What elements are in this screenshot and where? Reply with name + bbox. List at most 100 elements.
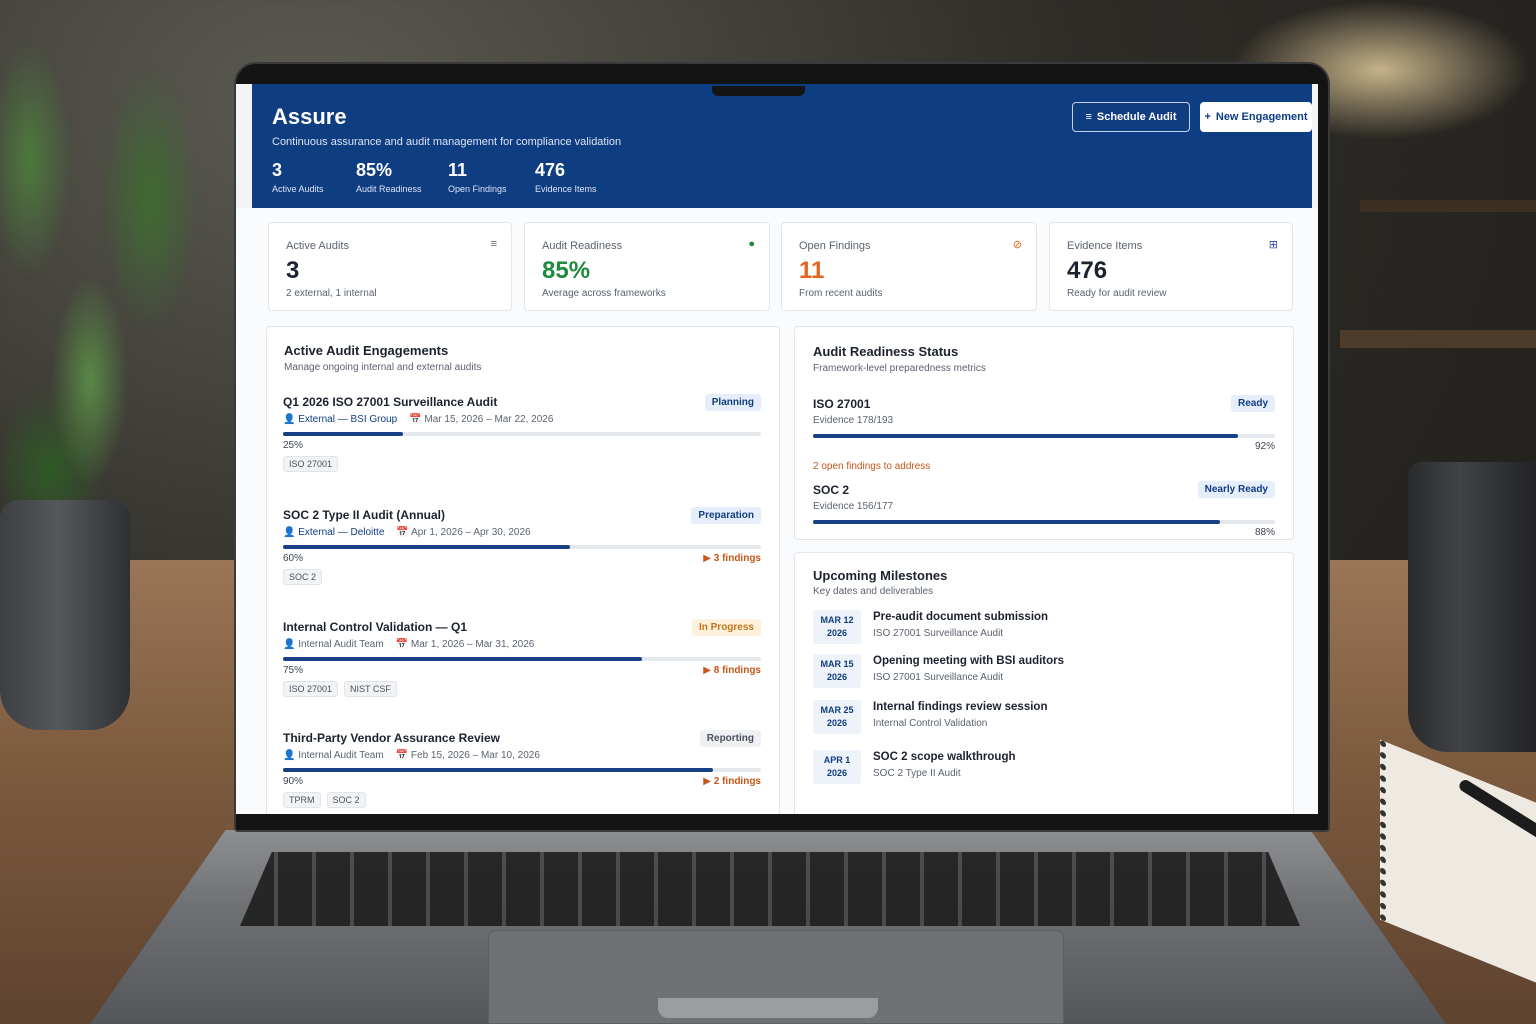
person-icon: 👤 — [283, 750, 299, 761]
milestone-month-day: MAR 25 — [820, 705, 854, 715]
framework-tag: NIST CSF — [344, 681, 397, 697]
engagement-meta: 👤 External — Deloitte 📅 Apr 1, 2026 – Apr… — [283, 527, 531, 538]
progress-label: 75% — [283, 665, 304, 676]
findings-count: 8 findings — [713, 665, 761, 676]
status-badge: Preparation — [691, 507, 761, 524]
framework-tag: ISO 27001 — [283, 456, 339, 472]
milestone-title: Opening meeting with BSI auditors — [873, 655, 1065, 667]
engagement-row[interactable]: SOC 2 Type II Audit (Annual) Preparation 👤… — [283, 507, 761, 608]
owner-name: Internal Audit Team — [298, 639, 384, 650]
findings-count: 2 findings — [713, 776, 761, 787]
engagement-name: Third-Party Vendor Assurance Review — [283, 731, 500, 745]
kpi-label: Open Findings — [799, 240, 871, 252]
findings-link[interactable]: ▶ 2 findings — [703, 776, 761, 787]
readiness-badge: Ready — [1230, 395, 1275, 412]
framework-tags: ISO 27001 — [283, 456, 339, 472]
engagement-row[interactable]: Third-Party Vendor Assurance Review Repor… — [283, 730, 761, 814]
kpi-value: 476 — [1067, 257, 1108, 284]
status-badge: Planning — [704, 394, 761, 411]
engagement-meta: 👤 Internal Audit Team 📅 Feb 15, 2026 – Ma… — [283, 750, 540, 761]
progress-fill — [813, 434, 1239, 438]
framework-name: ISO 27001 — [813, 397, 871, 411]
hero-stat-value: 85% — [356, 160, 393, 180]
date-range: Mar 15, 2026 – Mar 22, 2026 — [424, 414, 554, 425]
hero-stat-value: 476 — [535, 160, 566, 180]
laptop-keyboard — [240, 852, 1300, 926]
milestone-item[interactable]: APR 1 2026 SOC 2 scope walkthrough SOC 2 Ty… — [813, 750, 1273, 786]
status-dot-icon: ● — [748, 238, 755, 250]
engagement-name: Internal Control Validation — Q1 — [283, 620, 468, 634]
findings-link[interactable]: ▶ 3 findings — [703, 553, 761, 564]
framework-tag: TPRM — [283, 792, 321, 808]
engagement-row[interactable]: Q1 2026 ISO 27001 Surveillance Audit Plan… — [283, 394, 761, 495]
person-icon: 👤 — [283, 639, 299, 650]
kpi-label: Audit Readiness — [542, 240, 623, 252]
kpi-card-audit-readiness[interactable]: Audit Readiness ● 85% Average across fra… — [524, 222, 770, 311]
plus-icon: + — [1204, 111, 1211, 123]
milestones-subtitle: Key dates and deliverables — [813, 586, 934, 597]
readiness-badge: Nearly Ready — [1197, 481, 1275, 498]
milestone-subtitle: ISO 27001 Surveillance Audit — [873, 628, 1004, 639]
framework-tags: SOC 2 — [283, 569, 323, 585]
milestone-title: SOC 2 scope walkthrough — [873, 751, 1016, 763]
milestone-item[interactable]: MAR 15 2026 Opening meeting with BSI audit… — [813, 654, 1273, 690]
hero-stat-open-findings: 11 Open Findings — [448, 160, 507, 194]
blocked-icon: ⊘ — [1012, 239, 1022, 251]
readiness-panel: Audit Readiness Status Framework-level p… — [794, 326, 1294, 540]
engagement-owner: 👤 External — Deloitte — [283, 527, 384, 538]
progress-track — [283, 545, 761, 549]
date-range: Mar 1, 2026 – Mar 31, 2026 — [410, 639, 535, 650]
milestone-subtitle: Internal Control Validation — [873, 718, 988, 729]
milestone-title: Pre-audit document submission — [873, 611, 1049, 623]
hero-stat-audit-readiness: 85% Audit Readiness — [356, 160, 422, 194]
progress-fill — [283, 768, 714, 772]
framework-tag: ISO 27001 — [283, 681, 339, 697]
engagement-meta: 👤 Internal Audit Team 📅 Mar 1, 2026 – Mar… — [283, 639, 534, 650]
milestones-title: Upcoming Milestones — [813, 568, 948, 583]
framework-tags: TPRM SOC 2 — [283, 792, 366, 808]
milestone-year: 2026 — [826, 768, 848, 778]
new-engagement-label: New Engagement — [1215, 111, 1308, 123]
schedule-audit-button[interactable]: ≡ Schedule Audit — [1072, 102, 1190, 132]
open-findings-warning[interactable]: 2 open findings to address — [813, 461, 930, 472]
hero-stat-evidence-items: 476 Evidence Items — [535, 160, 597, 194]
milestone-item[interactable]: MAR 12 2026 Pre-audit document submission I… — [813, 610, 1273, 646]
kpi-value: 11 — [799, 257, 825, 284]
background-shelf — [1340, 330, 1536, 348]
kpi-card-open-findings[interactable]: Open Findings ⊘ 11 From recent audits — [781, 222, 1037, 311]
milestone-month-day: MAR 15 — [820, 659, 854, 669]
kpi-subtext: Ready for audit review — [1067, 288, 1167, 299]
milestone-subtitle: ISO 27001 Surveillance Audit — [873, 672, 1004, 683]
findings-count: 3 findings — [713, 553, 761, 564]
owner-name: Internal Audit Team — [298, 750, 384, 761]
new-engagement-button[interactable]: + New Engagement — [1200, 102, 1312, 132]
hero-stat-value: 11 — [448, 160, 468, 180]
milestone-item[interactable]: MAR 25 2026 Internal findings review sessi… — [813, 700, 1273, 736]
status-badge: Reporting — [699, 730, 761, 747]
kpi-card-evidence-items[interactable]: Evidence Items ⊞ 476 Ready for audit rev… — [1049, 222, 1293, 311]
progress-label: 25% — [283, 440, 304, 451]
progress-fill — [283, 657, 642, 661]
status-badge: In Progress — [691, 619, 761, 636]
person-icon: 👤 — [283, 527, 299, 538]
kpi-card-active-audits[interactable]: Active Audits ≡ 3 2 external, 1 internal — [268, 222, 512, 311]
milestone-month-day: MAR 12 — [820, 615, 854, 625]
engagement-row[interactable]: Internal Control Validation — Q1 In Progr… — [283, 619, 761, 720]
calendar-icon: 📅 — [396, 527, 412, 538]
kpi-subtext: Average across frameworks — [542, 288, 666, 299]
milestone-date: MAR 15 2026 — [813, 654, 861, 688]
date-range: Feb 15, 2026 – Mar 10, 2026 — [410, 750, 540, 761]
app-screen: Assure Continuous assurance and audit ma… — [236, 84, 1318, 814]
findings-link[interactable]: ▶ 8 findings — [703, 665, 761, 676]
schedule-audit-label: Schedule Audit — [1096, 111, 1177, 123]
milestone-year: 2026 — [826, 628, 848, 638]
engagement-dates: 📅 Feb 15, 2026 – Mar 10, 2026 — [396, 750, 540, 761]
progress-fill — [283, 545, 570, 549]
evidence-count: Evidence 156/177 — [813, 501, 894, 512]
flag-icon: ▶ — [703, 776, 714, 787]
app-header: Assure Continuous assurance and audit ma… — [252, 84, 1312, 208]
engagement-name: SOC 2 Type II Audit (Annual) — [283, 508, 445, 522]
milestone-date: MAR 25 2026 — [813, 700, 861, 734]
progress-track — [283, 657, 761, 661]
engagement-dates: 📅 Apr 1, 2026 – Apr 30, 2026 — [396, 527, 530, 538]
